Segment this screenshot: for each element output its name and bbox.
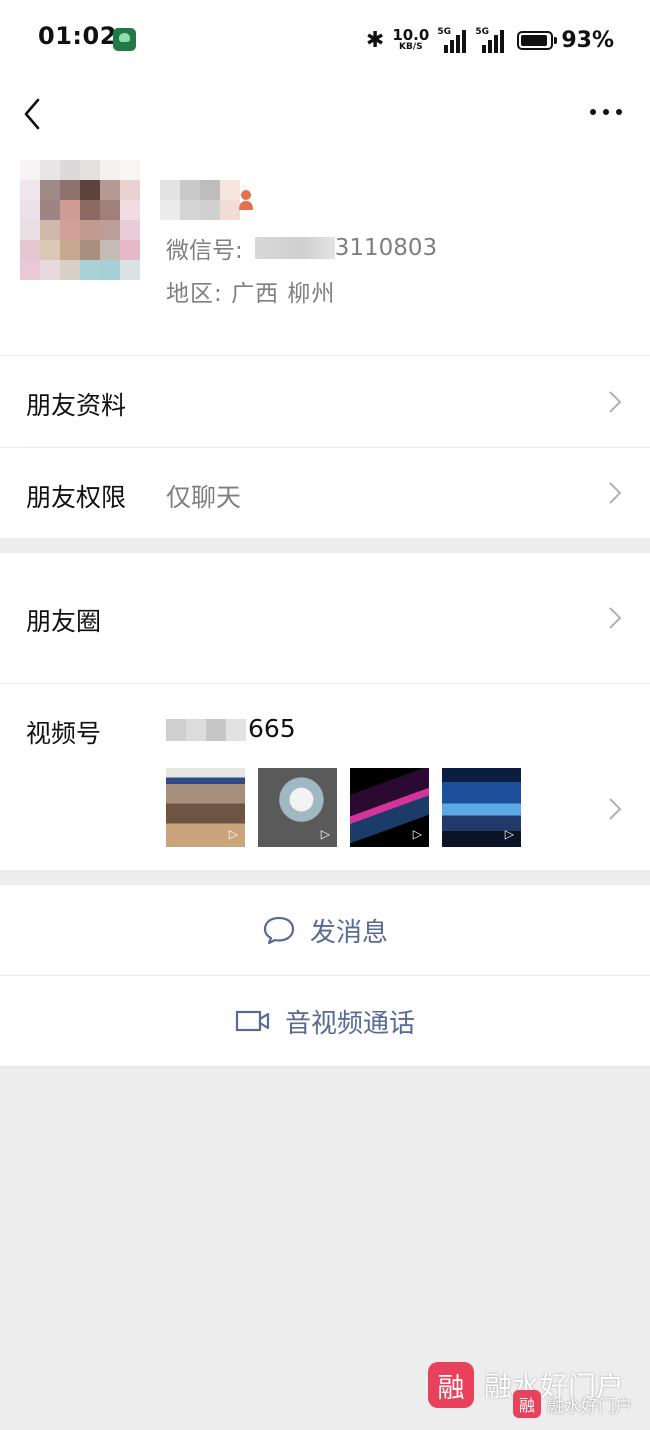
more-dot-icon (616, 109, 622, 115)
play-icon: ▷ (320, 827, 330, 841)
chevron-right-icon (609, 607, 622, 629)
play-icon: ▷ (412, 827, 422, 841)
status-time: 01:02 (38, 22, 117, 50)
more-dot-icon (590, 109, 596, 115)
nav-bar (0, 78, 650, 150)
channel-video-thumbnail[interactable]: ▷ (258, 768, 337, 847)
cell-channels-label: 视频号 (26, 719, 102, 748)
cell-channels-value: 665 (166, 714, 296, 743)
divider (0, 1066, 650, 1067)
female-gender-icon (239, 190, 253, 210)
chevron-right-icon (609, 391, 622, 413)
channel-name-suffix: 665 (248, 714, 296, 743)
wechat-id-label: 微信号: (166, 238, 243, 264)
play-icon: ▷ (228, 827, 238, 841)
watermark-logo: 融 (427, 1362, 474, 1408)
cell-friend-permission[interactable]: 朋友权限 仅聊天 (0, 448, 650, 538)
watermark-small-text: 融水好门户 (547, 1396, 632, 1417)
cell-friend-info-label: 朋友资料 (26, 391, 127, 420)
channel-video-thumbnail[interactable]: ▷ (350, 768, 429, 847)
network-speed-unit: KB/S (399, 42, 423, 52)
cell-friend-info[interactable]: 朋友资料 (0, 356, 650, 447)
wechat-id-mask (254, 237, 335, 259)
back-button[interactable] (18, 94, 52, 134)
more-options-button[interactable] (586, 100, 626, 124)
region-value: 广西 柳州 (231, 281, 336, 307)
sim2-network-type: 5G (475, 27, 489, 37)
channel-video-thumbnails: ▷ ▷ ▷ ▷ (166, 768, 521, 847)
bluetooth-icon: ✱ (365, 27, 385, 53)
status-bar: 01:02 ✱ 10.0 KB/S 5G 5G 93% (0, 0, 650, 78)
send-message-label: 发消息 (309, 917, 388, 948)
signal-sim1-icon: 5G (437, 27, 467, 53)
signal-sim2-icon: 5G (475, 27, 505, 53)
battery-percent: 93% (561, 27, 614, 53)
cell-friend-permission-value: 仅聊天 (166, 483, 242, 512)
send-message-button[interactable]: 发消息 (0, 885, 650, 975)
chevron-left-icon (24, 98, 40, 130)
cell-friend-permission-label: 朋友权限 (26, 483, 127, 512)
av-call-label: 音视频通话 (284, 1008, 415, 1039)
av-call-button[interactable]: 音视频通话 (0, 976, 650, 1066)
cell-channels[interactable]: 视频号 665 ▷ ▷ ▷ ▷ (0, 684, 650, 870)
watermark-small: 融 融水好门户 (513, 1390, 632, 1418)
wechat-id-value: 3110803 (334, 235, 438, 261)
app-notification-icon (113, 28, 136, 51)
chat-bubble-icon (263, 916, 295, 945)
sim1-network-type: 5G (437, 27, 451, 37)
battery-icon (517, 30, 558, 50)
cell-moments-label: 朋友圈 (26, 607, 102, 636)
wechat-id-row: 微信号: 3110803 (166, 232, 437, 264)
video-camera-icon (235, 1010, 270, 1032)
region-row: 地区: 广西 柳州 (166, 274, 336, 307)
battery-level (521, 34, 548, 46)
status-indicators: ✱ 10.0 KB/S 5G 5G 93% (366, 22, 614, 58)
cell-moments[interactable]: 朋友圈 (0, 553, 650, 683)
chevron-right-icon (609, 798, 622, 820)
play-icon: ▷ (504, 827, 514, 841)
channel-name-mask (166, 719, 246, 741)
profile-header: 微信号: 3110803 地区: 广西 柳州 (0, 150, 650, 355)
watermark-small-logo: 融 (513, 1390, 541, 1418)
more-dot-icon (603, 109, 609, 115)
network-speed-value: 10.0 (392, 26, 430, 44)
avatar[interactable] (20, 160, 140, 290)
channel-video-thumbnail[interactable]: ▷ (166, 768, 245, 847)
region-label: 地区: (166, 281, 223, 307)
channel-video-thumbnail[interactable]: ▷ (442, 768, 521, 847)
network-speed: 10.0 KB/S (392, 28, 429, 52)
chevron-right-icon (609, 482, 622, 504)
nickname-masked (160, 180, 240, 220)
